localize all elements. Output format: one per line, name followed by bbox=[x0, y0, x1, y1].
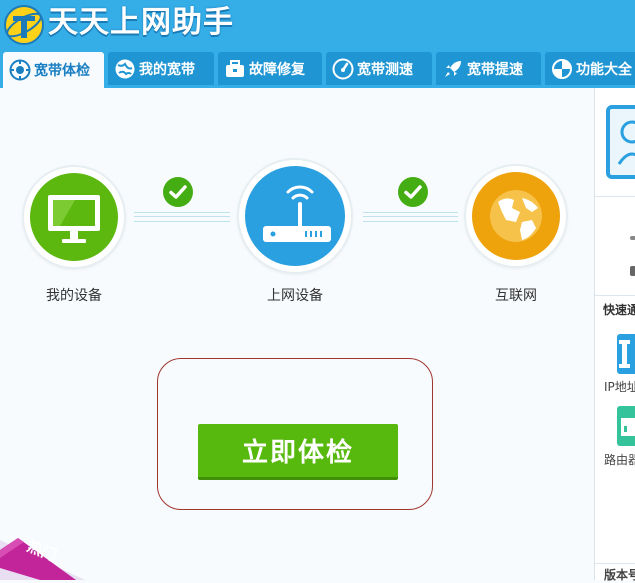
internet-node bbox=[466, 166, 566, 266]
panel-divider bbox=[595, 563, 635, 564]
connection-line bbox=[363, 212, 458, 222]
internet-label: 互联网 bbox=[495, 288, 537, 304]
router-label[interactable]: 路由器 bbox=[604, 451, 635, 468]
health-check-icon bbox=[9, 59, 31, 81]
monitor-icon bbox=[48, 195, 100, 243]
status-dot bbox=[630, 236, 635, 240]
tab-label: 我的宽带 bbox=[139, 61, 195, 78]
tab-fault-repair[interactable]: 故障修复 bbox=[218, 52, 322, 85]
toolbox-icon bbox=[226, 59, 244, 77]
app-logo-icon bbox=[4, 5, 44, 45]
router-settings-icon bbox=[621, 418, 635, 436]
user-avatar-icon[interactable] bbox=[605, 104, 635, 182]
start-check-button[interactable]: 立即体检 bbox=[198, 424, 398, 480]
network-device-node bbox=[239, 160, 351, 272]
router-settings-tile[interactable] bbox=[617, 406, 635, 446]
router-icon bbox=[263, 185, 331, 242]
tab-label: 故障修复 bbox=[249, 61, 305, 78]
version-label: 版本号 bbox=[604, 568, 635, 582]
rocket-icon bbox=[445, 60, 461, 77]
earth-icon bbox=[490, 190, 542, 242]
panel-divider bbox=[595, 295, 635, 296]
quick-access-title: 快速通 bbox=[603, 303, 635, 317]
network-device-label: 上网设备 bbox=[267, 288, 323, 304]
tab-label: 宽带提速 bbox=[467, 61, 523, 78]
status-glyph bbox=[630, 266, 635, 276]
hot-badge[interactable]: 热门 bbox=[0, 520, 85, 580]
tab-health-check[interactable]: 宽带体检 bbox=[3, 52, 104, 88]
my-device-label: 我的设备 bbox=[46, 288, 102, 304]
my-device-node bbox=[24, 167, 124, 267]
tab-label: 宽带测速 bbox=[357, 61, 413, 78]
tab-all-features[interactable]: 功能大全 bbox=[545, 52, 635, 85]
speedometer-icon bbox=[332, 58, 354, 79]
tab-label: 宽带体检 bbox=[34, 63, 90, 79]
ip-icon bbox=[619, 340, 630, 368]
apps-icon bbox=[552, 58, 572, 79]
connection-line bbox=[134, 212, 230, 222]
app-title: 天天上网助手 bbox=[48, 5, 234, 40]
right-sidebar: 快速通 IP地址 路由器 版本号 bbox=[594, 88, 635, 582]
tab-speed-up[interactable]: 宽带提速 bbox=[436, 52, 541, 85]
check-icon bbox=[163, 177, 193, 207]
tab-speed-test[interactable]: 宽带测速 bbox=[326, 52, 432, 85]
panel-divider bbox=[595, 196, 635, 197]
check-icon bbox=[398, 177, 428, 207]
tab-my-broadband[interactable]: 我的宽带 bbox=[108, 52, 214, 85]
tab-label: 功能大全 bbox=[576, 61, 632, 78]
ip-address-tile[interactable] bbox=[617, 334, 635, 374]
ip-address-label[interactable]: IP地址 bbox=[604, 378, 635, 395]
globe-icon bbox=[115, 59, 135, 78]
